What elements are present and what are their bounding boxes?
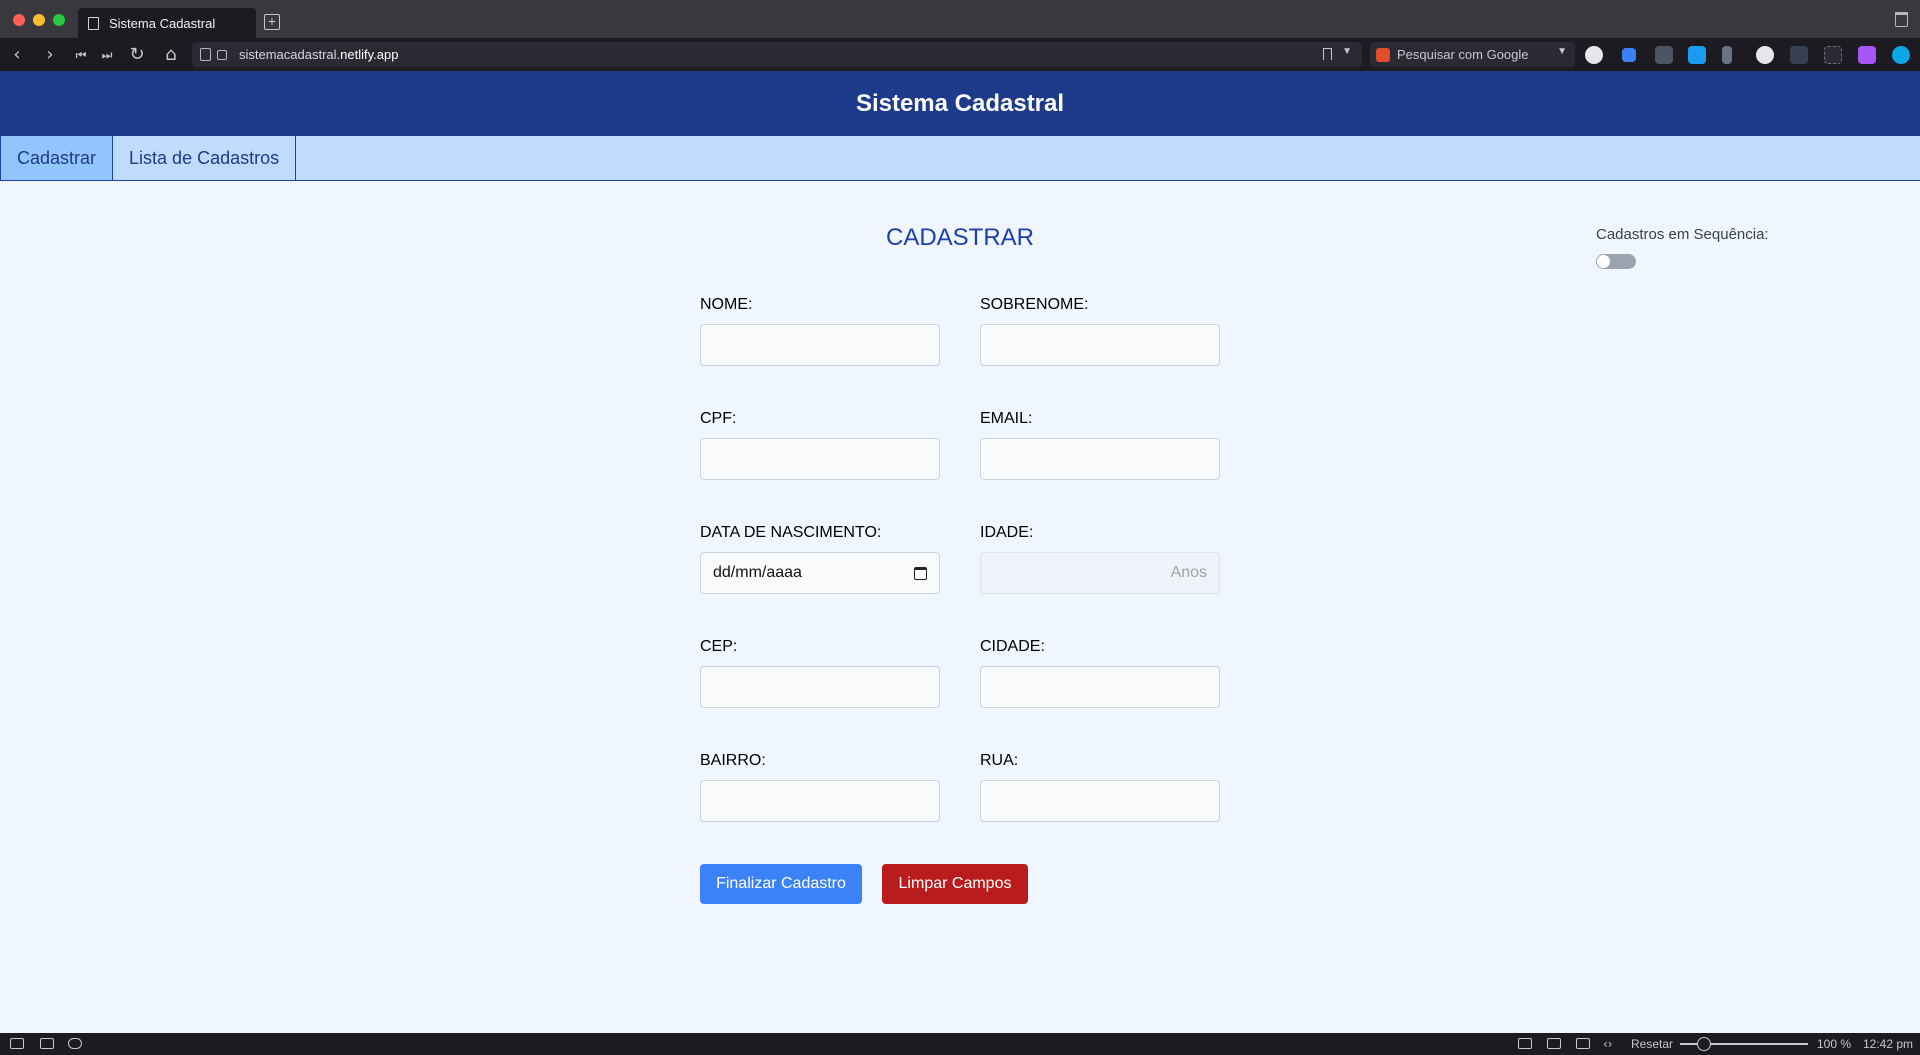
trash-icon[interactable]: [1895, 12, 1908, 27]
tab-tiling-icon[interactable]: [40, 1038, 54, 1049]
search-placeholder: Pesquisar com Google: [1397, 47, 1529, 62]
extension-key-icon[interactable]: [1622, 48, 1636, 62]
app-nav: Cadastrar Lista de Cadastros: [0, 136, 1920, 181]
extension-wand-icon[interactable]: [1858, 46, 1876, 64]
clock: 12:42 pm: [1863, 1037, 1914, 1051]
toggle-knob: [1597, 255, 1610, 268]
limpar-campos-button[interactable]: Limpar Campos: [882, 864, 1028, 904]
zoom-slider-knob[interactable]: [1697, 1037, 1711, 1051]
field-nascimento: DATA DE NASCIMENTO: dd/mm/aaaa: [700, 524, 940, 594]
url-dropdown-icon[interactable]: ▼: [1342, 46, 1352, 57]
tab-title: Sistema Cadastral: [109, 15, 216, 31]
field-email: EMAIL:: [980, 410, 1220, 480]
sequence-toggle-label: Cadastros em Sequência:: [1596, 226, 1769, 243]
idade-label: IDADE:: [980, 524, 1034, 541]
bookmark-icon[interactable]: [1323, 48, 1332, 60]
browser-status-bar: ‹› Resetar 100 % 12:42 pm: [0, 1033, 1920, 1055]
nascimento-date-input[interactable]: dd/mm/aaaa: [700, 552, 940, 594]
rua-label: RUA:: [980, 752, 1019, 769]
app-title: Sistema Cadastral: [855, 89, 1065, 117]
nascimento-value: dd/mm/aaaa: [713, 564, 802, 581]
zoom-level: 100 %: [1817, 1037, 1852, 1051]
field-sobrenome: SOBRENOME:: [980, 296, 1220, 366]
extension-check-icon[interactable]: [1756, 46, 1774, 64]
bairro-input[interactable]: [700, 780, 940, 822]
field-cidade: CIDADE:: [980, 638, 1220, 708]
nav-lista-cadastros[interactable]: Lista de Cadastros: [113, 136, 297, 180]
form-title: CADASTRAR: [885, 224, 1035, 251]
cidade-label: CIDADE:: [980, 638, 1045, 655]
extension-bulb-icon[interactable]: [1722, 46, 1732, 64]
finalizar-cadastro-button[interactable]: Finalizar Cadastro: [700, 864, 862, 904]
camera-icon[interactable]: [1518, 1038, 1532, 1049]
idade-input: Anos: [980, 552, 1220, 594]
browser-nav-bar: ‹ › ⏮ ⏭ ↻ ⌂ sistemacadastral.netlify.app…: [0, 38, 1920, 71]
nome-input[interactable]: [700, 324, 940, 366]
field-rua: RUA:: [980, 752, 1220, 822]
cloud-icon[interactable]: [68, 1038, 82, 1049]
shield-icon: [200, 48, 211, 61]
extension-move-icon[interactable]: [1655, 46, 1673, 64]
cidade-input[interactable]: [980, 666, 1220, 708]
search-bar[interactable]: Pesquisar com Google ▼: [1370, 42, 1575, 67]
search-engine-icon: [1376, 47, 1390, 62]
email-input[interactable]: [980, 438, 1220, 480]
sidebar-icon[interactable]: [10, 1038, 24, 1049]
back-icon[interactable]: ‹: [6, 44, 28, 66]
fast-forward-icon[interactable]: ⏭: [96, 44, 118, 66]
window-icon[interactable]: [1547, 1038, 1561, 1049]
search-dropdown-icon[interactable]: ▼: [1557, 46, 1567, 57]
field-cpf: CPF:: [700, 410, 940, 480]
home-icon[interactable]: ⌂: [160, 44, 182, 66]
sobrenome-input[interactable]: [980, 324, 1220, 366]
cep-label: CEP:: [700, 638, 738, 655]
extension-fi-icon[interactable]: [1688, 46, 1706, 64]
reset-zoom-button[interactable]: Resetar: [1631, 1037, 1673, 1051]
nascimento-label: DATA DE NASCIMENTO:: [700, 524, 882, 541]
window-minimize-button[interactable]: [33, 14, 45, 26]
email-label: EMAIL:: [980, 410, 1033, 427]
account-icon[interactable]: [1585, 46, 1603, 64]
nav-cadastrar[interactable]: Cadastrar: [0, 136, 114, 180]
cpf-label: CPF:: [700, 410, 737, 427]
extension-fullscreen-icon[interactable]: [1824, 46, 1842, 64]
field-cep: CEP:: [700, 638, 940, 708]
bairro-label: BAIRRO:: [700, 752, 766, 769]
window-close-button[interactable]: [13, 14, 25, 26]
sequence-toggle[interactable]: [1596, 254, 1636, 269]
url-text: sistemacadastral.netlify.app: [239, 47, 399, 62]
address-bar[interactable]: sistemacadastral.netlify.app ▼: [192, 42, 1362, 67]
rua-input[interactable]: [980, 780, 1220, 822]
extension-formula-icon[interactable]: [1790, 46, 1808, 64]
app-header: Sistema Cadastral: [0, 71, 1920, 136]
lock-icon: [217, 49, 227, 60]
page-icon: [88, 16, 99, 30]
browser-tab[interactable]: Sistema Cadastral: [78, 8, 256, 38]
field-idade: IDADE: Anos: [980, 524, 1220, 594]
sobrenome-label: SOBRENOME:: [980, 296, 1089, 313]
cpf-input[interactable]: [700, 438, 940, 480]
field-bairro: BAIRRO:: [700, 752, 940, 822]
code-icon[interactable]: ‹›: [1603, 1037, 1613, 1051]
new-tab-button[interactable]: +: [264, 14, 280, 30]
forward-icon[interactable]: ›: [39, 44, 61, 66]
extension-react-icon[interactable]: [1892, 46, 1910, 64]
calendar-icon[interactable]: [914, 566, 927, 580]
rewind-icon[interactable]: ⏮: [70, 44, 92, 66]
field-nome: NOME:: [700, 296, 940, 366]
image-icon[interactable]: [1576, 1038, 1590, 1049]
cep-input[interactable]: [700, 666, 940, 708]
browser-tab-bar: Sistema Cadastral +: [0, 0, 1920, 38]
nome-label: NOME:: [700, 296, 753, 313]
window-maximize-button[interactable]: [53, 14, 65, 26]
reload-icon[interactable]: ↻: [126, 44, 148, 66]
